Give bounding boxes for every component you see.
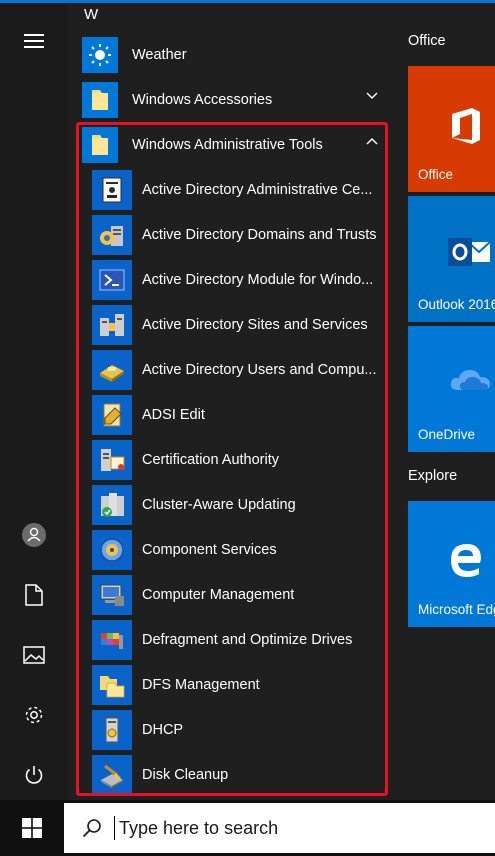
app-component-services[interactable]: Component Services xyxy=(92,528,382,572)
hamburger-menu-button[interactable] xyxy=(14,21,54,61)
app-label: Certification Authority xyxy=(142,452,280,468)
app-label: Active Directory Administrative Ce... xyxy=(142,182,373,198)
app-adsi-edit[interactable]: ADSI Edit xyxy=(92,393,382,437)
app-ad-module-for-powershell[interactable]: Active Directory Module for Windo... xyxy=(92,258,382,302)
start-menu-rail xyxy=(0,3,68,800)
app-certification-authority[interactable]: Certification Authority xyxy=(92,438,382,482)
letter-header-w[interactable]: W xyxy=(84,6,98,23)
folder-icon xyxy=(82,82,118,118)
app-cluster-aware-updating[interactable]: Cluster-Aware Updating xyxy=(92,483,382,527)
app-computer-management[interactable]: Computer Management xyxy=(92,573,382,617)
tile-label: OneDrive xyxy=(418,427,476,442)
ad-sites-services-icon xyxy=(92,305,132,345)
app-ad-administrative-center[interactable]: Active Directory Administrative Ce... xyxy=(92,168,382,212)
documents-button[interactable] xyxy=(14,575,54,615)
tile-onedrive[interactable]: OneDrive xyxy=(408,326,495,452)
user-account-button[interactable] xyxy=(14,515,54,555)
app-label: Cluster-Aware Updating xyxy=(142,497,296,513)
tile-label: Office xyxy=(418,167,454,182)
app-list: W Weather Windows Accessories Windows Ad… xyxy=(68,3,398,800)
settings-button[interactable] xyxy=(14,695,54,735)
gear-icon xyxy=(25,706,43,724)
app-label: ADSI Edit xyxy=(142,407,205,423)
cluster-aware-updating-icon xyxy=(92,485,132,525)
search-icon xyxy=(80,816,104,840)
weather-icon xyxy=(82,37,118,73)
app-label: Windows Administrative Tools xyxy=(132,137,323,153)
app-weather[interactable]: Weather xyxy=(82,33,394,77)
app-label: DFS Management xyxy=(142,677,260,693)
dhcp-icon xyxy=(92,710,132,750)
app-label: DHCP xyxy=(142,722,184,738)
app-folder-windows-administrative-tools[interactable]: Windows Administrative Tools xyxy=(82,123,394,167)
app-ad-domains-and-trusts[interactable]: Active Directory Domains and Trusts xyxy=(92,213,382,257)
tile-group-title-explore: Explore xyxy=(408,468,458,484)
component-services-icon xyxy=(92,530,132,570)
ad-users-computers-icon xyxy=(92,350,132,390)
text-cursor xyxy=(114,816,115,840)
app-label: Active Directory Sites and Services xyxy=(142,317,368,333)
taskbar xyxy=(0,800,495,856)
power-icon xyxy=(25,766,43,784)
folder-icon xyxy=(82,127,118,163)
app-defragment-and-optimize-drives[interactable]: Defragment and Optimize Drives xyxy=(92,618,382,662)
adsi-edit-icon xyxy=(92,395,132,435)
tile-label: Microsoft Edge xyxy=(418,602,495,617)
app-label: Active Directory Users and Compu... xyxy=(142,362,377,378)
app-disk-cleanup[interactable]: Disk Cleanup xyxy=(92,753,382,797)
tile-outlook[interactable]: Outlook 2016 xyxy=(408,196,495,322)
pictures-icon xyxy=(23,646,45,664)
app-label: Windows Accessories xyxy=(132,92,273,108)
disk-cleanup-icon xyxy=(92,755,132,795)
pictures-button[interactable] xyxy=(14,635,54,675)
app-label: Component Services xyxy=(142,542,277,558)
computer-management-icon xyxy=(92,575,132,615)
app-label: Active Directory Module for Windo... xyxy=(142,272,374,288)
ad-admin-center-icon xyxy=(92,170,132,210)
app-label: Weather xyxy=(132,47,187,63)
app-dfs-management[interactable]: DFS Management xyxy=(92,663,382,707)
search-input[interactable] xyxy=(117,816,481,840)
outlook-icon xyxy=(448,238,491,266)
hamburger-icon xyxy=(24,34,44,48)
app-label: Computer Management xyxy=(142,587,295,603)
app-label: Defragment and Optimize Drives xyxy=(142,632,353,648)
chevron-up-icon xyxy=(366,138,378,145)
app-label: Disk Cleanup xyxy=(142,767,229,783)
chevron-down-icon xyxy=(366,92,378,99)
certification-authority-icon xyxy=(92,440,132,480)
office-icon xyxy=(452,108,480,144)
document-icon xyxy=(25,584,43,606)
tiles-panel: Office Office Outlook 2016 OneDrive Expl… xyxy=(398,3,495,800)
windows-logo-icon xyxy=(22,818,42,838)
tile-microsoft-edge[interactable]: Microsoft Edge xyxy=(408,501,495,627)
dfs-management-icon xyxy=(92,665,132,705)
defragment-icon xyxy=(92,620,132,660)
app-ad-sites-and-services[interactable]: Active Directory Sites and Services xyxy=(92,303,382,347)
search-box[interactable] xyxy=(64,803,495,853)
start-button[interactable] xyxy=(0,800,64,856)
app-dhcp[interactable]: DHCP xyxy=(92,708,382,752)
app-folder-windows-accessories[interactable]: Windows Accessories xyxy=(82,78,394,122)
tile-office[interactable]: Office xyxy=(408,66,495,192)
ad-domains-trusts-icon xyxy=(92,215,132,255)
tile-label: Outlook 2016 xyxy=(418,297,495,312)
power-button[interactable] xyxy=(14,755,54,795)
onedrive-icon xyxy=(450,370,490,390)
user-avatar-icon xyxy=(22,523,46,547)
edge-icon xyxy=(451,544,481,577)
powershell-icon xyxy=(92,260,132,300)
app-label: Active Directory Domains and Trusts xyxy=(142,227,377,243)
tile-group-title-office: Office xyxy=(408,33,446,49)
app-ad-users-and-computers[interactable]: Active Directory Users and Compu... xyxy=(92,348,382,392)
